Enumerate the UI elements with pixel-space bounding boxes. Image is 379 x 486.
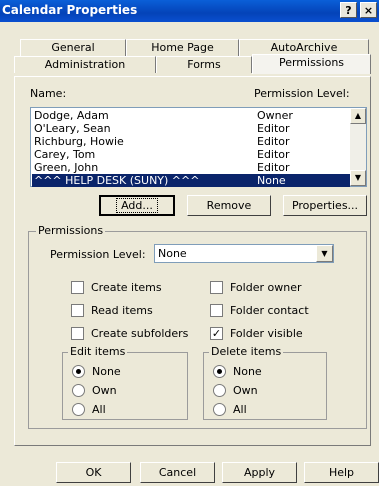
edit-items-all-label: All: [92, 403, 106, 416]
folder-visible-checkbox[interactable]: ✓: [210, 327, 223, 340]
permission-level-label: Permission Level:: [50, 248, 146, 261]
folder-contact-label: Folder contact: [230, 304, 309, 317]
create-items-label: Create items: [91, 281, 162, 294]
delete-items-none-label: None: [233, 365, 262, 378]
properties-button[interactable]: Properties...: [283, 195, 367, 216]
tab-administration[interactable]: Administration: [14, 56, 156, 73]
list-item[interactable]: Richburg, Howie Editor: [32, 135, 350, 148]
member-level: Editor: [257, 161, 290, 174]
chevron-down-icon[interactable]: ▼: [316, 245, 333, 262]
add-button[interactable]: Add...: [99, 195, 175, 216]
member-name: O'Leary, Sean: [34, 122, 111, 135]
help-icon[interactable]: ?: [340, 2, 357, 18]
apply-button[interactable]: Apply: [222, 462, 297, 483]
delete-items-group-label: Delete items: [209, 345, 284, 358]
create-subfolders-checkbox[interactable]: [71, 327, 84, 340]
member-level: Editor: [257, 135, 290, 148]
name-header: Name:: [30, 87, 67, 100]
permission-level-header: Permission Level:: [254, 87, 350, 100]
create-subfolders-label: Create subfolders: [91, 327, 189, 340]
close-icon[interactable]: ×: [360, 2, 377, 18]
member-name: Dodge, Adam: [34, 109, 109, 122]
folder-visible-label: Folder visible: [230, 327, 303, 340]
member-name: ^^^ HELP DESK (SUNY) ^^^: [34, 174, 200, 187]
window-title: Calendar Properties: [2, 3, 138, 17]
members-list[interactable]: Dodge, Adam Owner O'Leary, Sean Editor Ric…: [30, 107, 367, 187]
permission-level-select[interactable]: None ▼: [154, 244, 334, 263]
permission-level-value: None: [158, 247, 187, 260]
edit-items-all-radio[interactable]: [72, 403, 85, 416]
member-level: Owner: [257, 109, 293, 122]
checkmark-icon: ✓: [211, 327, 222, 340]
edit-items-group-label: Edit items: [68, 345, 128, 358]
member-name: Green, John: [34, 161, 99, 174]
folder-contact-checkbox[interactable]: [210, 304, 223, 317]
create-items-checkbox[interactable]: [71, 281, 84, 294]
tab-permissions[interactable]: Permissions: [252, 54, 371, 74]
member-name: Carey, Tom: [34, 148, 96, 161]
edit-items-none-label: None: [92, 365, 121, 378]
delete-items-all-radio[interactable]: [213, 403, 226, 416]
member-level: Editor: [257, 148, 290, 161]
remove-button[interactable]: Remove: [187, 195, 271, 216]
list-scrollbar[interactable]: ▲ ▼: [350, 108, 366, 186]
add-button-label: Add...: [116, 198, 158, 213]
delete-items-own-radio[interactable]: [213, 384, 226, 397]
scroll-up-icon[interactable]: ▲: [350, 108, 366, 124]
read-items-checkbox[interactable]: [71, 304, 84, 317]
list-item[interactable]: Green, John Editor: [32, 161, 350, 174]
list-item[interactable]: O'Leary, Sean Editor: [32, 122, 350, 135]
tab-home-page[interactable]: Home Page: [126, 39, 239, 56]
scroll-down-icon[interactable]: ▼: [350, 170, 366, 186]
list-item-selected[interactable]: ^^^ HELP DESK (SUNY) ^^^ None: [32, 174, 350, 187]
help-button[interactable]: Help: [304, 462, 379, 483]
tab-forms[interactable]: Forms: [156, 56, 252, 73]
delete-items-none-radio[interactable]: [213, 365, 226, 378]
permissions-group-label: Permissions: [36, 224, 106, 237]
title-bar: Calendar Properties ? ×: [0, 0, 379, 22]
edit-items-none-radio[interactable]: [72, 365, 85, 378]
delete-items-own-label: Own: [233, 384, 258, 397]
ok-button[interactable]: OK: [56, 462, 131, 483]
member-level: None: [257, 174, 286, 187]
folder-owner-checkbox[interactable]: [210, 281, 223, 294]
tab-general[interactable]: General: [20, 39, 126, 56]
member-level: Editor: [257, 122, 290, 135]
edit-items-own-radio[interactable]: [72, 384, 85, 397]
list-item[interactable]: Carey, Tom Editor: [32, 148, 350, 161]
read-items-label: Read items: [91, 304, 153, 317]
list-item[interactable]: Dodge, Adam Owner: [32, 109, 350, 122]
delete-items-all-label: All: [233, 403, 247, 416]
member-name: Richburg, Howie: [34, 135, 124, 148]
edit-items-own-label: Own: [92, 384, 117, 397]
folder-owner-label: Folder owner: [230, 281, 302, 294]
cancel-button[interactable]: Cancel: [140, 462, 215, 483]
